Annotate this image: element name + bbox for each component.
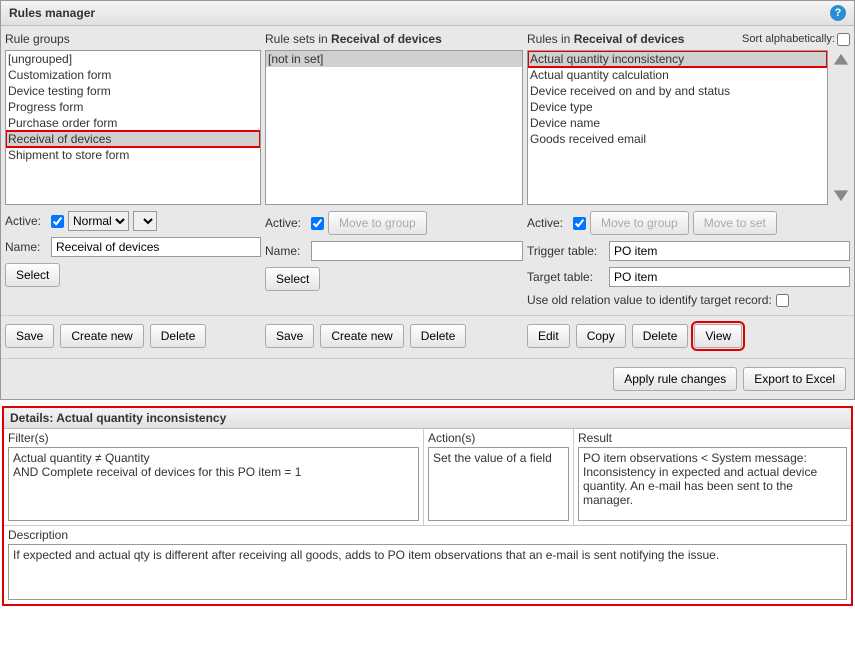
rule-groups-header: Rule groups: [5, 30, 261, 50]
filters-box[interactable]: Actual quantity ≠ Quantity AND Complete …: [8, 447, 419, 521]
list-item[interactable]: Shipment to store form: [6, 147, 260, 163]
list-item[interactable]: [ungrouped]: [6, 51, 260, 67]
trigger-table-label: Trigger table:: [527, 244, 605, 258]
move-down-icon[interactable]: [832, 185, 850, 203]
titlebar: Rules manager ?: [1, 1, 854, 26]
group-mode-select[interactable]: Normal: [68, 211, 129, 231]
list-item[interactable]: Actual quantity calculation: [528, 67, 827, 83]
details-panel: Details: Actual quantity inconsistency F…: [2, 406, 853, 606]
rules-panel: Rules in Receival of devices Sort alphab…: [527, 30, 850, 307]
rules-list[interactable]: Actual quantity inconsistency Actual qua…: [527, 50, 828, 205]
active-label: Active:: [527, 216, 569, 230]
save-button[interactable]: Save: [265, 324, 314, 348]
delete-button[interactable]: Delete: [150, 324, 207, 348]
copy-button[interactable]: Copy: [576, 324, 626, 348]
active-label: Active:: [5, 214, 47, 228]
group-extra-select[interactable]: [133, 211, 157, 231]
actions-label: Action(s): [424, 429, 573, 447]
move-up-icon[interactable]: [832, 52, 850, 70]
list-item[interactable]: Customization form: [6, 67, 260, 83]
result-box[interactable]: PO item observations < System message: I…: [578, 447, 847, 521]
list-item-selected[interactable]: [not in set]: [266, 51, 522, 67]
list-item[interactable]: Device received on and by and status: [528, 83, 827, 99]
description-label: Description: [4, 525, 851, 544]
move-to-set-button[interactable]: Move to set: [693, 211, 777, 235]
sort-checkbox[interactable]: [837, 33, 850, 46]
main-panels: Rule groups [ungrouped] Customization fo…: [1, 26, 854, 311]
target-table-input[interactable]: [609, 267, 850, 287]
save-button[interactable]: Save: [5, 324, 54, 348]
list-item-selected[interactable]: Receival of devices: [6, 131, 260, 147]
create-new-button[interactable]: Create new: [320, 324, 403, 348]
trigger-table-input[interactable]: [609, 241, 850, 261]
create-new-button[interactable]: Create new: [60, 324, 143, 348]
actions-box[interactable]: Set the value of a field: [428, 447, 569, 521]
name-label: Name:: [5, 240, 47, 254]
target-table-label: Target table:: [527, 270, 605, 284]
rule-sets-header: Rule sets in Receival of devices: [265, 30, 523, 50]
active-checkbox[interactable]: [311, 217, 324, 230]
list-item[interactable]: Device name: [528, 115, 827, 131]
old-relation-label: Use old relation value to identify targe…: [527, 293, 772, 307]
export-to-excel-button[interactable]: Export to Excel: [743, 367, 846, 391]
window-title: Rules manager: [9, 6, 95, 20]
footer-bar: Apply rule changes Export to Excel: [1, 358, 854, 399]
list-item[interactable]: Device testing form: [6, 83, 260, 99]
sort-label: Sort alphabetically:: [742, 33, 835, 45]
help-icon[interactable]: ?: [830, 5, 846, 21]
apply-rule-changes-button[interactable]: Apply rule changes: [613, 367, 737, 391]
filters-label: Filter(s): [4, 429, 423, 447]
active-checkbox[interactable]: [573, 217, 586, 230]
move-to-group-button[interactable]: Move to group: [328, 211, 427, 235]
list-item[interactable]: Purchase order form: [6, 115, 260, 131]
rule-sets-panel: Rule sets in Receival of devices [not in…: [265, 30, 523, 307]
action-button-rows: Save Create new Delete Save Create new D…: [1, 315, 854, 352]
list-item[interactable]: Goods received email: [528, 131, 827, 147]
rules-manager-window: Rules manager ? Rule groups [ungrouped] …: [0, 0, 855, 400]
rules-header: Rules in Receival of devices Sort alphab…: [527, 30, 850, 50]
group-name-input[interactable]: [51, 237, 261, 257]
select-button[interactable]: Select: [5, 263, 60, 287]
rule-groups-list[interactable]: [ungrouped] Customization form Device te…: [5, 50, 261, 205]
view-button[interactable]: View: [694, 324, 742, 348]
rule-sets-list[interactable]: [not in set]: [265, 50, 523, 205]
description-box[interactable]: If expected and actual qty is different …: [8, 544, 847, 600]
active-checkbox[interactable]: [51, 215, 64, 228]
old-relation-checkbox[interactable]: [776, 294, 789, 307]
edit-button[interactable]: Edit: [527, 324, 570, 348]
set-name-input[interactable]: [311, 241, 523, 261]
rule-groups-panel: Rule groups [ungrouped] Customization fo…: [5, 30, 261, 307]
delete-button[interactable]: Delete: [410, 324, 467, 348]
move-to-group-button[interactable]: Move to group: [590, 211, 689, 235]
name-label: Name:: [265, 244, 307, 258]
details-header: Details: Actual quantity inconsistency: [4, 408, 851, 429]
delete-button[interactable]: Delete: [632, 324, 689, 348]
list-item-selected[interactable]: Actual quantity inconsistency: [528, 51, 827, 67]
result-label: Result: [574, 429, 851, 447]
list-item[interactable]: Device type: [528, 99, 827, 115]
active-label: Active:: [265, 216, 307, 230]
list-item[interactable]: Progress form: [6, 99, 260, 115]
select-button[interactable]: Select: [265, 267, 320, 291]
